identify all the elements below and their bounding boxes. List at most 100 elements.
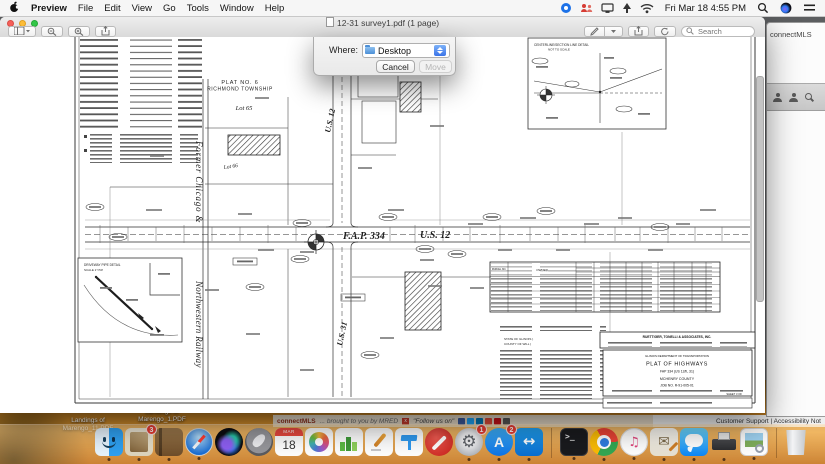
- search-input[interactable]: [696, 26, 750, 37]
- search-field[interactable]: [681, 26, 755, 37]
- move-to-dialog: Where: Desktop Cancel Move: [313, 37, 456, 76]
- menu-window[interactable]: Window: [220, 3, 254, 14]
- dock-icon-app-store[interactable]: 2: [485, 428, 513, 456]
- dock-icon-notes[interactable]: [155, 428, 183, 456]
- running-indicator: [498, 458, 501, 461]
- plat-of-highways: PLAT OF HIGHWAYS: [646, 362, 708, 368]
- search-icon[interactable]: [805, 93, 814, 102]
- dock-icon-teamviewer[interactable]: [515, 428, 543, 456]
- dock-icon-safari[interactable]: [185, 428, 213, 456]
- firm-name: RUETTIGER, TONELLI & ASSOCIATES, INC.: [643, 335, 712, 339]
- wifi-icon[interactable]: [640, 2, 654, 14]
- markup-dropdown-button[interactable]: [605, 26, 623, 37]
- blue-app-status-icon[interactable]: [560, 2, 572, 14]
- county-label: MCHENRY COUNTY: [660, 377, 695, 381]
- rotate-button[interactable]: [654, 26, 676, 37]
- running-indicator: [663, 458, 666, 461]
- dock-icon-mail[interactable]: 3: [125, 428, 153, 456]
- arrow-up-icon[interactable]: [622, 2, 632, 14]
- apple-menu-icon[interactable]: [9, 1, 20, 16]
- display-icon[interactable]: [601, 2, 614, 14]
- survey-map: PLAT NO. 6 RICHMOND TOWNSHIP Lot 65 Lot …: [0, 37, 765, 413]
- document-area[interactable]: PLAT NO. 6 RICHMOND TOWNSHIP Lot 65 Lot …: [0, 37, 765, 413]
- dock-icon-calendar[interactable]: MAR18: [275, 428, 303, 456]
- desktop-file-1-line1: Landings of: [71, 417, 105, 424]
- dock-icon-itunes[interactable]: [620, 428, 648, 456]
- calendar-month: MAR: [275, 428, 303, 436]
- running-indicator: [753, 457, 756, 460]
- window-titlebar[interactable]: 12-31 survey1.pdf (1 page): [0, 17, 765, 38]
- dock-icon-launchpad[interactable]: [245, 428, 273, 456]
- sheet-label: SHEET 3 OF: [726, 392, 742, 396]
- spotlight-icon[interactable]: [757, 2, 769, 14]
- where-label: Where:: [320, 45, 358, 55]
- table-header-owner: OWNER: [536, 268, 548, 272]
- menu-help[interactable]: Help: [265, 3, 285, 14]
- dock-icon-printer[interactable]: [710, 428, 738, 456]
- notification-center-icon[interactable]: [803, 2, 816, 14]
- toolbar-left: [8, 26, 116, 37]
- running-indicator: [138, 458, 141, 461]
- driveway-pipe-detail-inset: DRIVEWAY PIPE DETAIL SCALE 1"=50': [78, 258, 182, 342]
- lot-65-label: Lot 65: [235, 105, 254, 112]
- search-icon: [686, 27, 694, 35]
- desktop-file-2-line2: Marengo_1.PDF: [138, 416, 186, 423]
- cancel-button[interactable]: Cancel: [376, 60, 415, 73]
- running-indicator: [198, 457, 201, 460]
- user-icon[interactable]: [773, 93, 782, 102]
- markup-button[interactable]: [584, 26, 605, 37]
- document-icon: [326, 17, 334, 27]
- siri-menu-icon[interactable]: [780, 2, 792, 14]
- dock-divider: [551, 428, 552, 458]
- idot-label: ILLINOIS DEPARTMENT OF TRANSPORTATION: [645, 354, 709, 358]
- dock-icon-preview[interactable]: [740, 428, 768, 456]
- dock-icon-siri[interactable]: [215, 428, 243, 456]
- dock-icon-blocked-app[interactable]: [425, 428, 453, 456]
- share-button-left[interactable]: [95, 26, 116, 37]
- menu-file[interactable]: File: [78, 3, 93, 14]
- dock: 3 MAR18 1 2: [0, 424, 825, 464]
- menu-preview[interactable]: Preview: [31, 3, 67, 14]
- zoom-out-button[interactable]: [41, 26, 63, 37]
- dock-icon-terminal[interactable]: [560, 428, 588, 456]
- users-icon[interactable]: [789, 93, 798, 102]
- users-status-icon[interactable]: [580, 2, 593, 14]
- dock-icon-trash[interactable]: [785, 430, 807, 455]
- dock-icon-system-preferences[interactable]: 1: [455, 428, 483, 456]
- running-indicator: [528, 458, 531, 461]
- dock-icon-numbers[interactable]: [335, 428, 363, 456]
- route-line: FAP 334 (US 12/IL 31): [660, 370, 694, 374]
- dock-icon-pages[interactable]: [365, 428, 393, 456]
- dock-icon-keynote[interactable]: [395, 428, 423, 456]
- railway-label-2: Northwestern Railway: [194, 280, 204, 368]
- running-indicator: [723, 458, 726, 461]
- map-legend: [80, 39, 202, 163]
- menu-clock[interactable]: Fri Mar 18 4:55 PM: [665, 3, 746, 14]
- share-button[interactable]: [628, 26, 649, 37]
- screen: Landings of Marengo_11.PDF Landings of M…: [0, 0, 825, 464]
- centerline-detail-inset: CENTERLINE/SECTION LINE DETAIL NOT TO SC…: [528, 38, 666, 129]
- zoom-in-button[interactable]: [68, 26, 90, 37]
- vertical-scrollbar[interactable]: [756, 76, 764, 302]
- job-number: JOB NO. R-91-005-01: [660, 384, 694, 388]
- dock-icon-stationery[interactable]: [650, 428, 678, 456]
- menu-go[interactable]: Go: [163, 3, 176, 14]
- folder-icon: [365, 47, 375, 54]
- dock-icon-chrome[interactable]: [590, 428, 618, 456]
- dropdown-stepper-icon: [434, 45, 446, 56]
- location-dropdown[interactable]: Desktop: [362, 43, 450, 58]
- menu-tools[interactable]: Tools: [187, 3, 209, 14]
- railway-label-1: Former Chicago &: [194, 140, 204, 223]
- dock-icon-messages[interactable]: [680, 428, 708, 456]
- dock-icon-finder[interactable]: [95, 428, 123, 456]
- menu-view[interactable]: View: [132, 3, 152, 14]
- background-window[interactable]: connectMLS: [766, 22, 825, 417]
- dock-icon-photos[interactable]: [305, 428, 333, 456]
- preview-window: 12-31 survey1.pdf (1 page): [0, 17, 765, 413]
- view-sidebar-button[interactable]: [8, 26, 36, 37]
- parcel-table: PARCEL NO. OWNER: [490, 262, 720, 312]
- move-button[interactable]: Move: [419, 60, 452, 73]
- window-title-text: 12-31 survey1.pdf (1 page): [337, 18, 439, 28]
- centerline-detail-subtitle: NOT TO SCALE: [548, 48, 570, 52]
- menu-edit[interactable]: Edit: [104, 3, 120, 14]
